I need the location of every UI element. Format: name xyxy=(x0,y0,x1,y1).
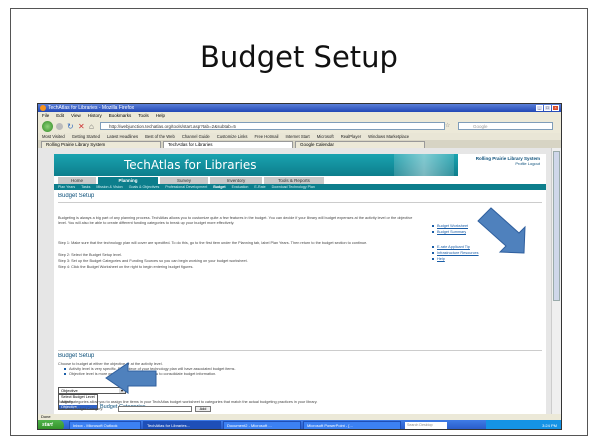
budget-summary-link[interactable]: Budget Summary xyxy=(432,230,466,235)
reload-icon[interactable]: ↻ xyxy=(67,122,74,131)
infrastructure-link[interactable]: Infrastructure Resources xyxy=(432,251,479,256)
menu-file[interactable]: File xyxy=(42,112,49,119)
tab-bar: Rolling Prairie Library System TechAtlas… xyxy=(38,140,561,148)
menu-edit[interactable]: Edit xyxy=(56,112,64,119)
tab-rolling-prairie[interactable]: Rolling Prairie Library System xyxy=(41,141,161,148)
page-scrollbar[interactable] xyxy=(551,148,561,414)
erate-tip-link[interactable]: E-rate Applicant Tip xyxy=(432,245,470,250)
profile-links[interactable]: Profile Logout xyxy=(515,162,540,167)
tab-survey[interactable]: Survey xyxy=(160,177,208,184)
site-title: TechAtlas for Libraries xyxy=(124,158,257,172)
bookmark-item[interactable]: Internet Start xyxy=(285,133,309,140)
add-category-label: Add new Budget Category: xyxy=(58,407,104,411)
library-name: Rolling Prairie Library System xyxy=(475,156,540,161)
bookmark-item[interactable]: Best of the Web xyxy=(145,133,175,140)
tab-google-calendar[interactable]: Google Calendar xyxy=(295,141,425,148)
menu-bar: File Edit View History Bookmarks Tools H… xyxy=(38,112,561,119)
bookmark-item[interactable]: Customize Links xyxy=(217,133,248,140)
categories-text: Budget categories allow you to assign li… xyxy=(58,400,318,404)
bookmark-item[interactable]: Free Hotmail xyxy=(255,133,279,140)
main-tabs: Home Planning Survey Inventory Tools & R… xyxy=(54,176,546,184)
windows-taskbar: start Inbox - Microsoft Outlook TechAtla… xyxy=(38,420,561,429)
bookmark-item[interactable]: RealPlayer xyxy=(341,133,361,140)
taskbar-item-outlook[interactable]: Inbox - Microsoft Outlook xyxy=(69,421,141,429)
banner-user-area: Rolling Prairie Library System Profile L… xyxy=(458,154,546,176)
firefox-icon xyxy=(40,105,46,111)
tab-home[interactable]: Home xyxy=(58,177,96,184)
search-input[interactable]: Google xyxy=(458,122,553,130)
system-tray: 3:24 PM xyxy=(486,420,561,429)
bookmark-item[interactable]: Channel Guide xyxy=(182,133,210,140)
budget-level-select[interactable]: Objective ▾ xyxy=(58,387,126,394)
url-bar[interactable]: http://webjunction.techatlas.org/tools/s… xyxy=(100,122,445,130)
chevron-down-icon: ▾ xyxy=(119,388,125,393)
budget-setup-heading: Budget Setup xyxy=(58,353,95,359)
menu-view[interactable]: View xyxy=(71,112,81,119)
bookmark-item[interactable]: Microsoft xyxy=(317,133,334,140)
menu-history[interactable]: History xyxy=(88,112,102,119)
web-page: TechAtlas for Libraries Rolling Prairie … xyxy=(38,148,553,414)
budget-worksheet-link[interactable]: Budget Worksheet xyxy=(432,224,468,229)
bookmark-item[interactable]: Latest Headlines xyxy=(107,133,138,140)
back-button[interactable] xyxy=(42,121,53,132)
step-1-text: Step 1: Make sure that the technology pl… xyxy=(58,241,368,245)
slide: Budget Setup TechAtlas for Libraries - M… xyxy=(0,0,598,445)
window-controls: _ □ × xyxy=(536,105,559,111)
close-button[interactable]: × xyxy=(552,105,559,111)
banner-decoration xyxy=(394,154,454,176)
add-category-button[interactable]: Add xyxy=(195,406,211,412)
tab-tools-reports[interactable]: Tools & Reports xyxy=(264,177,324,184)
slide-title: Budget Setup xyxy=(200,40,398,74)
navigation-toolbar: ↻ ✕ ⌂ http://webjunction.techatlas.org/t… xyxy=(38,119,561,133)
home-icon[interactable]: ⌂ xyxy=(89,122,94,131)
menu-bookmarks[interactable]: Bookmarks xyxy=(109,112,132,119)
tab-techatlas[interactable]: TechAtlas for Libraries xyxy=(163,141,293,148)
menu-tools[interactable]: Tools xyxy=(138,112,149,119)
desktop-search-input[interactable]: Search Desktop xyxy=(405,422,447,429)
step-2-text: Step 2: Select the Budget Setup level. xyxy=(58,253,122,257)
divider xyxy=(58,202,542,203)
tab-inventory[interactable]: Inventory xyxy=(210,177,262,184)
maximize-button[interactable]: □ xyxy=(544,105,551,111)
taskbar-item-word[interactable]: Document2 - Microsoft ... xyxy=(223,421,301,429)
page-heading: Budget Setup xyxy=(58,193,95,199)
step-3-text: Step 3: Set up the Budget Categories and… xyxy=(58,259,248,263)
menu-help[interactable]: Help xyxy=(156,112,165,119)
stop-icon[interactable]: ✕ xyxy=(78,122,85,131)
intro-text: Budgeting is always a big part of any pl… xyxy=(58,216,413,225)
bookmark-item[interactable]: Windows Marketplace xyxy=(368,133,409,140)
scrollbar-thumb[interactable] xyxy=(553,151,560,301)
page-content: Budget Setup Budgeting is always a big p… xyxy=(54,190,546,414)
browser-screenshot: TechAtlas for Libraries - Mozilla Firefo… xyxy=(37,103,562,430)
clock: 3:24 PM xyxy=(542,423,557,428)
bookmark-item[interactable]: Most Visited xyxy=(42,133,65,140)
start-button[interactable]: start xyxy=(38,420,64,429)
bookmarks-toolbar: Most Visited Getting Started Latest Head… xyxy=(38,133,561,140)
window-titlebar: TechAtlas for Libraries - Mozilla Firefo… xyxy=(38,104,561,112)
taskbar-item-firefox[interactable]: TechAtlas for Libraries... xyxy=(143,421,221,429)
window-title: TechAtlas for Libraries - Mozilla Firefo… xyxy=(48,105,135,111)
add-category-input[interactable] xyxy=(118,406,192,412)
minimize-button[interactable]: _ xyxy=(536,105,543,111)
divider xyxy=(58,350,542,351)
bookmark-star-icon[interactable]: ☆ xyxy=(445,122,450,129)
tab-planning[interactable]: Planning xyxy=(98,177,158,184)
forward-button[interactable] xyxy=(56,123,63,130)
help-link[interactable]: Help xyxy=(432,257,445,262)
step-4-text: Step 4: Click the Budget Worksheet on th… xyxy=(58,265,194,269)
taskbar-item-powerpoint[interactable]: Microsoft PowerPoint - [... xyxy=(303,421,401,429)
bookmark-item[interactable]: Getting Started xyxy=(72,133,100,140)
setup-bullet-objective: Objective level is more general. This en… xyxy=(64,372,424,377)
